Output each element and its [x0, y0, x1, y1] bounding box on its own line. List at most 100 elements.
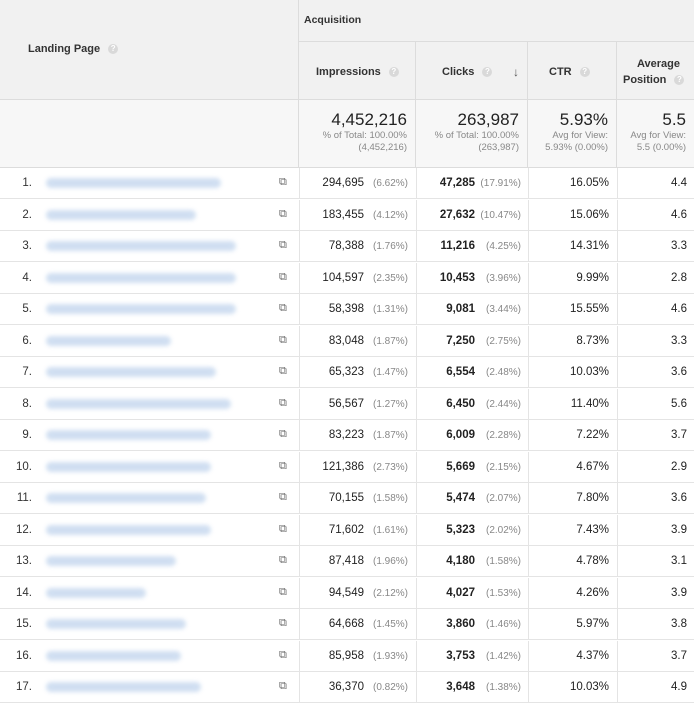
row-index: 17.: [16, 681, 32, 693]
ctr-value: 10.03%: [569, 681, 609, 693]
ctr-cell: 4.78%: [528, 546, 617, 577]
landing-page-link-blurred[interactable]: [46, 461, 211, 472]
table-row[interactable]: 7. ⧉ 65,323 (1.47%) 6,554 (2.48%) 10.03%…: [0, 357, 694, 388]
help-icon[interactable]: ?: [388, 67, 399, 78]
landing-page-link-blurred[interactable]: [46, 524, 211, 535]
landing-page-link-blurred[interactable]: [46, 650, 181, 661]
clicks-header-label: Clicks: [442, 66, 475, 78]
open-external-link-icon[interactable]: ⧉: [279, 649, 287, 662]
impressions-cell: 56,567 (1.27%): [299, 388, 416, 420]
row-index: 16.: [16, 649, 32, 662]
open-external-link-icon[interactable]: ⧉: [279, 239, 287, 252]
help-icon[interactable]: ?: [674, 75, 685, 86]
row-index: 13.: [16, 555, 32, 567]
table-row[interactable]: 15. ⧉ 64,668 (1.45%) 3,860 (1.46%) 5.97%…: [0, 609, 694, 640]
sort-descending-arrow-icon[interactable]: ↓: [513, 65, 519, 79]
clicks-value: 4,180: [446, 555, 475, 567]
landing-page-link-blurred[interactable]: [46, 493, 206, 503]
open-external-link-icon[interactable]: ⧉: [279, 208, 287, 221]
landing-page-link-blurred[interactable]: [46, 398, 231, 409]
landing-page-link-blurred[interactable]: [46, 304, 236, 314]
help-icon[interactable]: ?: [108, 44, 119, 55]
impressions-value: 36,370: [328, 681, 364, 693]
impressions-cell: 65,323 (1.47%): [299, 357, 416, 388]
open-external-link-icon[interactable]: ⧉: [279, 680, 287, 693]
help-icon[interactable]: ?: [579, 67, 590, 78]
row-index: 11.: [16, 492, 32, 504]
open-external-link-icon[interactable]: ⧉: [279, 302, 287, 315]
ctr-header[interactable]: CTR ?: [528, 42, 617, 100]
clicks-header[interactable]: Clicks ? ↓: [416, 42, 528, 100]
impressions-percent: (1.27%): [372, 398, 408, 410]
landing-page-link-blurred[interactable]: [46, 209, 196, 220]
ctr-cell: 7.80%: [528, 483, 617, 514]
open-external-link-icon[interactable]: ⧉: [279, 617, 287, 630]
clicks-value: 10,453: [439, 271, 475, 284]
landing-page-link-blurred[interactable]: [46, 430, 211, 440]
clicks-percent: (17.91%): [480, 178, 521, 189]
help-icon[interactable]: ?: [482, 67, 493, 78]
landing-page-link-blurred[interactable]: [46, 682, 201, 692]
total-position-value: 5.5: [662, 110, 686, 129]
clicks-cell: 5,474 (2.07%): [416, 483, 528, 514]
clicks-percent: (1.42%): [485, 650, 521, 662]
clicks-value: 7,250: [446, 334, 475, 347]
impressions-cell: 183,455 (4.12%): [299, 199, 416, 231]
table-row[interactable]: 14. ⧉ 94,549 (2.12%) 4,027 (1.53%) 4.26%…: [0, 577, 694, 609]
impressions-percent: (1.61%): [372, 524, 408, 536]
clicks-cell: 3,860 (1.46%): [416, 609, 528, 640]
impressions-value: 83,048: [328, 334, 364, 347]
open-external-link-icon[interactable]: ⧉: [279, 365, 287, 378]
ctr-cell: 10.03%: [528, 672, 617, 703]
open-external-link-icon[interactable]: ⧉: [279, 428, 287, 441]
average-position-cell: 3.9: [617, 577, 694, 609]
clicks-percent: (1.38%): [485, 682, 521, 693]
landing-page-link-blurred[interactable]: [46, 556, 176, 566]
table-row[interactable]: 1. ⧉ 294,695 (6.62%) 47,285 (17.91%) 16.…: [0, 168, 694, 199]
impressions-percent: (2.12%): [372, 587, 408, 599]
open-external-link-icon[interactable]: ⧉: [279, 397, 287, 410]
landing-page-link-blurred[interactable]: [46, 335, 171, 346]
total-ctr-avg: 5.93% (0.00%): [545, 142, 608, 153]
open-external-link-icon[interactable]: ⧉: [279, 554, 287, 567]
landing-page-link-blurred[interactable]: [46, 178, 221, 188]
table-row[interactable]: 12. ⧉ 71,602 (1.61%) 5,323 (2.02%) 7.43%…: [0, 514, 694, 546]
table-row[interactable]: 11. ⧉ 70,155 (1.58%) 5,474 (2.07%) 7.80%…: [0, 483, 694, 514]
landing-page-link-blurred[interactable]: [46, 367, 216, 377]
average-position-header[interactable]: Average Position ?: [617, 42, 694, 100]
table-row[interactable]: 3. ⧉ 78,388 (1.76%) 11,216 (4.25%) 14.31…: [0, 231, 694, 262]
table-row[interactable]: 2. ⧉ 183,455 (4.12%) 27,632 (10.47%) 15.…: [0, 199, 694, 231]
landing-page-link-blurred[interactable]: [46, 587, 146, 598]
clicks-cell: 5,669 (2.15%): [416, 451, 528, 483]
open-external-link-icon[interactable]: ⧉: [279, 271, 287, 284]
open-external-link-icon[interactable]: ⧉: [279, 176, 287, 189]
impressions-value: 83,223: [328, 429, 364, 441]
open-external-link-icon[interactable]: ⧉: [279, 586, 287, 599]
open-external-link-icon[interactable]: ⧉: [279, 523, 287, 536]
ctr-cell: 15.06%: [528, 199, 617, 231]
impressions-header[interactable]: Impressions ?: [299, 42, 416, 100]
table-row[interactable]: 16. ⧉ 85,958 (1.93%) 3,753 (1.42%) 4.37%…: [0, 640, 694, 672]
open-external-link-icon[interactable]: ⧉: [279, 460, 287, 473]
open-external-link-icon[interactable]: ⧉: [279, 334, 287, 347]
table-row[interactable]: 4. ⧉ 104,597 (2.35%) 10,453 (3.96%) 9.99…: [0, 262, 694, 294]
total-impressions-share: % of Total: 100.00%: [322, 130, 407, 141]
landing-page-header[interactable]: Landing Page ?: [0, 0, 299, 100]
ctr-value: 4.67%: [576, 460, 609, 473]
landing-page-link-blurred[interactable]: [46, 241, 236, 251]
table-row[interactable]: 17. ⧉ 36,370 (0.82%) 3,648 (1.38%) 10.03…: [0, 672, 694, 703]
landing-page-link-blurred[interactable]: [46, 619, 186, 629]
table-row[interactable]: 6. ⧉ 83,048 (1.87%) 7,250 (2.75%) 8.73% …: [0, 325, 694, 357]
open-external-link-icon[interactable]: ⧉: [279, 491, 287, 504]
impressions-percent: (2.35%): [372, 272, 408, 284]
table-row[interactable]: 9. ⧉ 83,223 (1.87%) 6,009 (2.28%) 7.22% …: [0, 420, 694, 451]
table-row[interactable]: 8. ⧉ 56,567 (1.27%) 6,450 (2.44%) 11.40%…: [0, 388, 694, 420]
table-row[interactable]: 13. ⧉ 87,418 (1.96%) 4,180 (1.58%) 4.78%…: [0, 546, 694, 577]
table-row[interactable]: 10. ⧉ 121,386 (2.73%) 5,669 (2.15%) 4.67…: [0, 451, 694, 483]
landing-page-link-blurred[interactable]: [46, 272, 236, 283]
clicks-percent: (1.53%): [485, 587, 521, 599]
average-position-value: 3.9: [671, 586, 687, 599]
table-row[interactable]: 5. ⧉ 58,398 (1.31%) 9,081 (3.44%) 15.55%…: [0, 294, 694, 325]
total-ctr-avg-label: Avg for View:: [552, 130, 608, 141]
clicks-percent: (2.75%): [485, 335, 521, 347]
